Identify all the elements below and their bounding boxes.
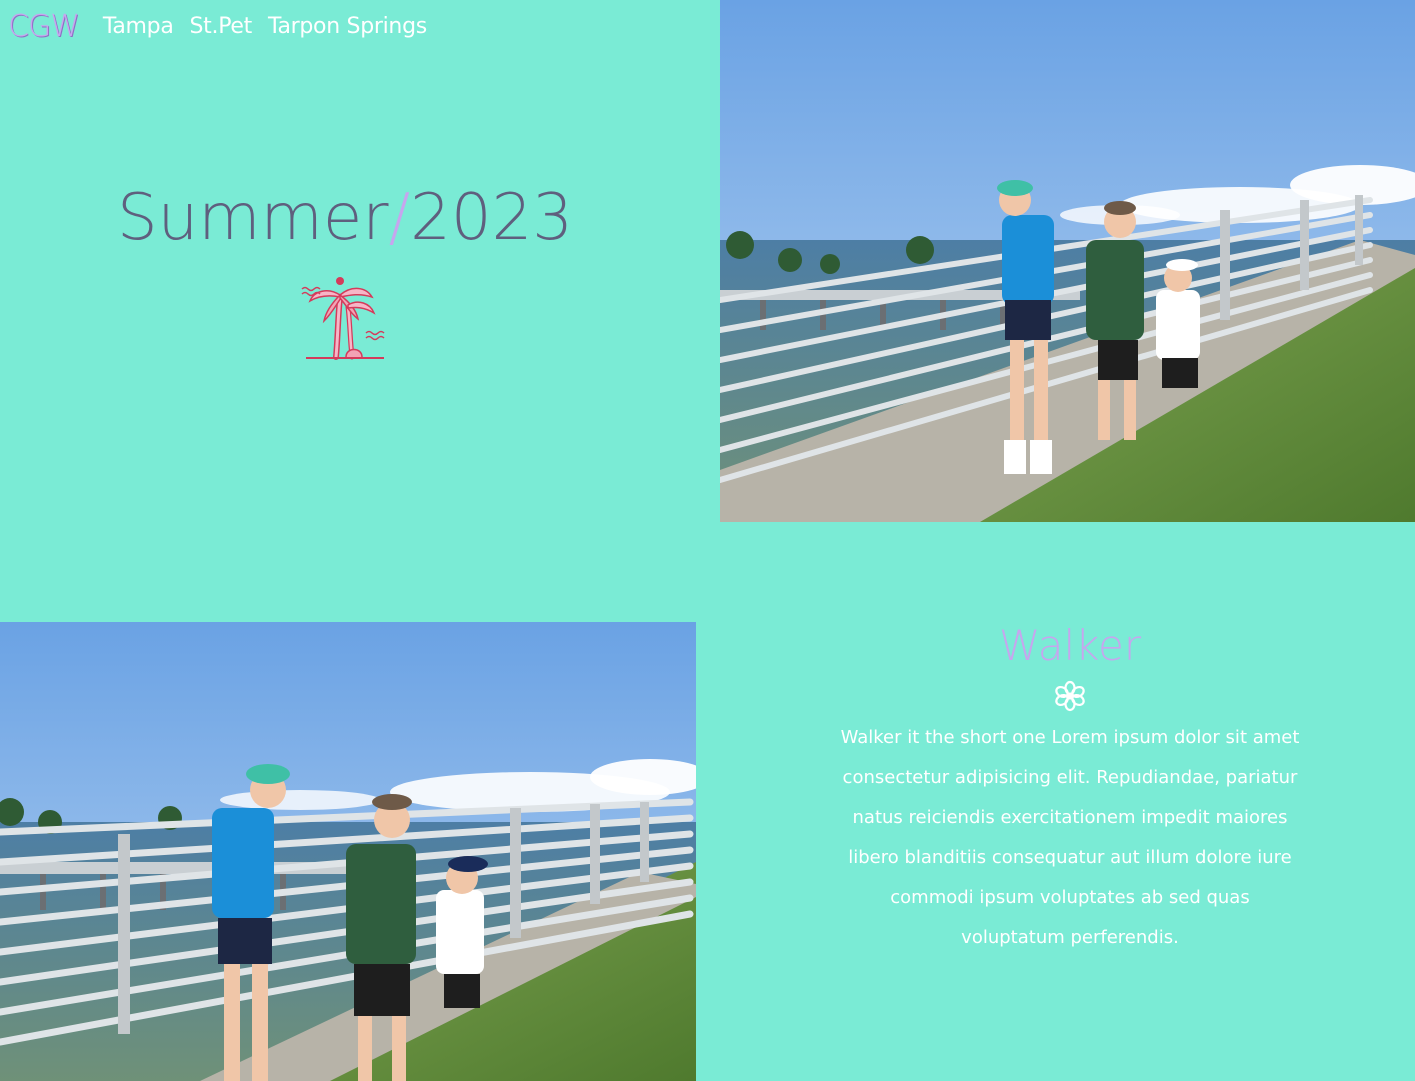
photo-kids-pier-top [720,0,1415,522]
walker-section: Walker Walker it the short one Lorem ips… [840,618,1300,958]
nav-link-stpet[interactable]: St.Pet [190,14,253,39]
pier-photo-illustration [720,0,1415,522]
hero-title-summer: Summer [117,181,389,255]
nav-link-tarpon-springs[interactable]: Tarpon Springs [268,14,427,39]
photo-kids-pier-bottom [0,622,696,1081]
top-nav: CGW Tampa St.Pet Tarpon Springs [8,6,443,46]
hero-title: Summer/2023 [0,180,690,257]
palm-tree-icon [301,276,385,360]
brand-logo[interactable]: CGW [8,9,80,44]
page: CGW Tampa St.Pet Tarpon Springs Summer/2… [0,0,1415,1081]
hero-title-slash: / [388,181,411,255]
pier-photo-illustration-2 [0,622,696,1081]
flower-icon [1055,680,1085,712]
nav-link-tampa[interactable]: Tampa [103,14,174,39]
hero-section: Summer/2023 [0,180,690,365]
hero-title-year: 2023 [410,181,573,255]
walker-description: Walker it the short one Lorem ipsum dolo… [840,727,1300,948]
walker-heading: Walker [998,621,1142,670]
